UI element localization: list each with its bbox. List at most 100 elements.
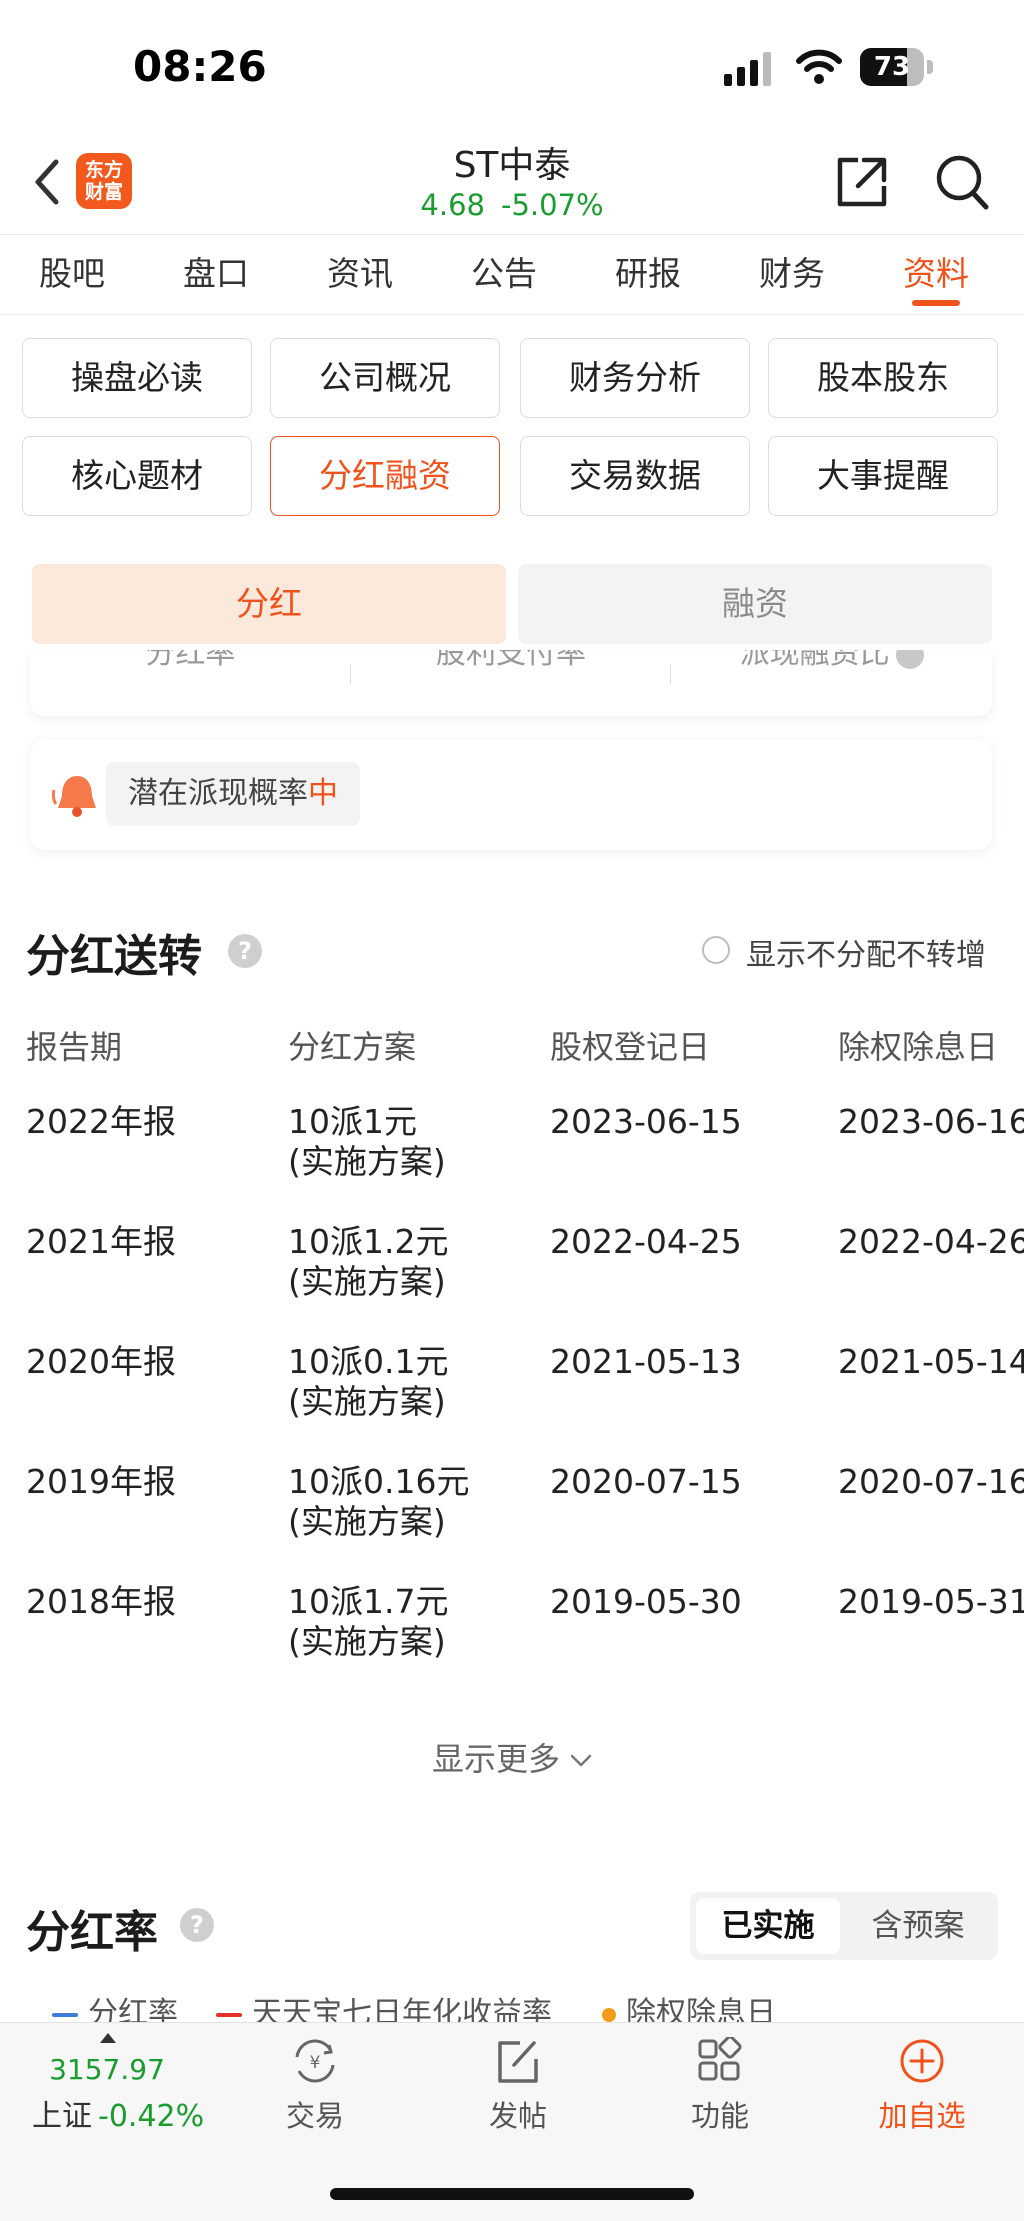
summary-label-dividend-rate: 分红率: [145, 650, 236, 671]
cell-period: 2019年报: [26, 1462, 176, 1501]
nav-label-trade: 交易: [285, 2099, 344, 2133]
cell-ex-date: 2020-07-16: [838, 1462, 1024, 1501]
stock-quote: 4.68 -5.07%: [312, 188, 712, 222]
help-icon[interactable]: ?: [228, 934, 262, 968]
section-title-dividend-rate: 分红率: [26, 1907, 158, 1958]
search-icon[interactable]: [934, 152, 990, 212]
subbtn-major-events[interactable]: 大事提醒: [768, 436, 998, 516]
nav-post[interactable]: 发帖: [448, 2037, 588, 2135]
home-indicator: [330, 2188, 694, 2200]
cell-record-date: 2022-04-25: [550, 1222, 742, 1261]
logo-text-top: 东方: [84, 159, 123, 181]
subbtn-company-overview[interactable]: 公司概况: [270, 338, 500, 418]
implemented-toggle: 已实施 含预案: [690, 1892, 998, 1960]
back-arrow-icon[interactable]: [28, 156, 68, 208]
segment-dividend[interactable]: 分红: [32, 564, 506, 644]
table-header-plan: 分红方案: [288, 1028, 417, 1066]
tab-guba[interactable]: 股吧: [0, 234, 144, 314]
tab-profile[interactable]: 资料: [864, 234, 1008, 314]
radio-icon[interactable]: [702, 936, 730, 964]
cell-ex-date: 2023-06-16: [838, 1102, 1024, 1141]
nav-label-functions: 功能: [690, 2099, 749, 2133]
cell-plan: 10派1.7元: [288, 1582, 449, 1621]
battery-level-text: 73: [873, 52, 911, 82]
potential-payout-chip: 潜在派现概率中: [106, 762, 360, 826]
cell-plan-status: (实施方案): [288, 1502, 446, 1541]
table-header-record-date: 股权登记日: [550, 1028, 711, 1066]
show-no-distribution-toggle[interactable]: 显示不分配不转增: [746, 930, 986, 974]
compose-icon: [498, 2041, 538, 2083]
logo-text-bottom: 财富: [84, 181, 123, 203]
toggle-implemented[interactable]: 已实施: [696, 1898, 840, 1954]
cell-plan-status: (实施方案): [288, 1622, 446, 1661]
potential-payout-level: 中: [308, 776, 338, 811]
stock-header: 东方 财富 ST中泰 4.68 -5.07%: [0, 130, 1024, 235]
legend-swatch: [602, 2007, 616, 2022]
cell-record-date: 2021-05-13: [550, 1342, 742, 1381]
tab-finance[interactable]: 财务: [720, 234, 864, 314]
tab-research[interactable]: 研报: [576, 234, 720, 314]
cell-period: 2018年报: [26, 1582, 176, 1621]
grid-icon: [698, 2037, 742, 2081]
subbtn-financial-analysis[interactable]: 财务分析: [520, 338, 750, 418]
subbtn-dividend-financing[interactable]: 分红融资: [270, 436, 500, 516]
index-name: 上证: [32, 2099, 92, 2134]
index-summary: 上证 -0.42%: [32, 2091, 204, 2135]
cell-ex-date: 2019-05-31: [838, 1582, 1024, 1621]
index-change: -0.42%: [98, 2099, 205, 2134]
cell-plan: 10派1元: [288, 1102, 417, 1141]
cell-plan: 10派1.2元: [288, 1222, 449, 1261]
battery-icon: 73: [860, 48, 934, 88]
cell-record-date: 2019-05-30: [550, 1582, 742, 1621]
summary-label-cash-financing-ratio: 派现融资比: [671, 650, 992, 674]
chevron-down-icon: [570, 1754, 592, 1767]
share-icon[interactable]: [834, 154, 890, 210]
trade-icon: ¥: [295, 2039, 335, 2083]
nav-trade[interactable]: ¥ 交易: [245, 2037, 385, 2135]
stock-name: ST中泰: [453, 145, 571, 186]
table-header-ex-date: 除权除息日: [838, 1028, 999, 1066]
subbtn-core-themes[interactable]: 核心题材: [22, 436, 252, 516]
subbtn-trading-data[interactable]: 交易数据: [520, 436, 750, 516]
add-circle-icon: [900, 2039, 944, 2083]
cell-record-date: 2023-06-15: [550, 1102, 742, 1141]
cell-period: 2021年报: [26, 1222, 176, 1261]
status-bar: 08:26 73: [0, 0, 1024, 140]
show-more-button[interactable]: 显示更多: [0, 1734, 1024, 1780]
stock-tabs: 股吧 盘口 资讯 公告 研报 财务 资料: [0, 234, 1024, 315]
dividend-summary-card: 分红率 股利支付率 派现融资比: [30, 650, 992, 716]
app-logo[interactable]: 东方 财富: [76, 153, 132, 209]
stock-price: 4.68: [420, 188, 485, 222]
toggle-with-proposals[interactable]: 含预案: [846, 1898, 990, 1954]
segment-financing[interactable]: 融资: [518, 564, 992, 644]
tab-news[interactable]: 资讯: [288, 234, 432, 314]
legend-swatch: [52, 2012, 78, 2017]
cell-ex-date: 2021-05-14: [838, 1342, 1024, 1381]
divider: [670, 664, 671, 684]
cell-period: 2020年报: [26, 1342, 176, 1381]
show-more-label: 显示更多: [431, 1740, 560, 1778]
cell-ex-date: 2022-04-26: [838, 1222, 1024, 1261]
cell-plan: 10派0.16元: [288, 1462, 470, 1501]
stock-change-pct: -5.07%: [500, 188, 604, 222]
wifi-icon: [796, 49, 842, 84]
legend-swatch: [216, 2012, 242, 2017]
status-time: 08:26: [133, 42, 267, 91]
tab-announcements[interactable]: 公告: [432, 234, 576, 314]
cell-plan-status: (实施方案): [288, 1382, 446, 1421]
nav-functions[interactable]: 功能: [650, 2037, 790, 2135]
index-value: 3157.97: [49, 2053, 165, 2086]
cell-plan: 10派0.1元: [288, 1342, 449, 1381]
subbtn-shareholders[interactable]: 股本股东: [768, 338, 998, 418]
nav-add-watchlist[interactable]: 加自选: [852, 2037, 992, 2135]
summary-label-payout-ratio: 股利支付率: [436, 650, 586, 671]
help-icon[interactable]: ?: [180, 1908, 214, 1942]
expand-arrow-icon: [100, 2033, 116, 2043]
bell-icon: [52, 776, 96, 817]
tab-pankou[interactable]: 盘口: [144, 234, 288, 314]
cell-plan-status: (实施方案): [288, 1142, 446, 1181]
subbtn-trading-guide[interactable]: 操盘必读: [22, 338, 252, 418]
table-header-period: 报告期: [26, 1028, 123, 1066]
info-icon[interactable]: [895, 650, 924, 669]
cell-plan-status: (实施方案): [288, 1262, 446, 1301]
